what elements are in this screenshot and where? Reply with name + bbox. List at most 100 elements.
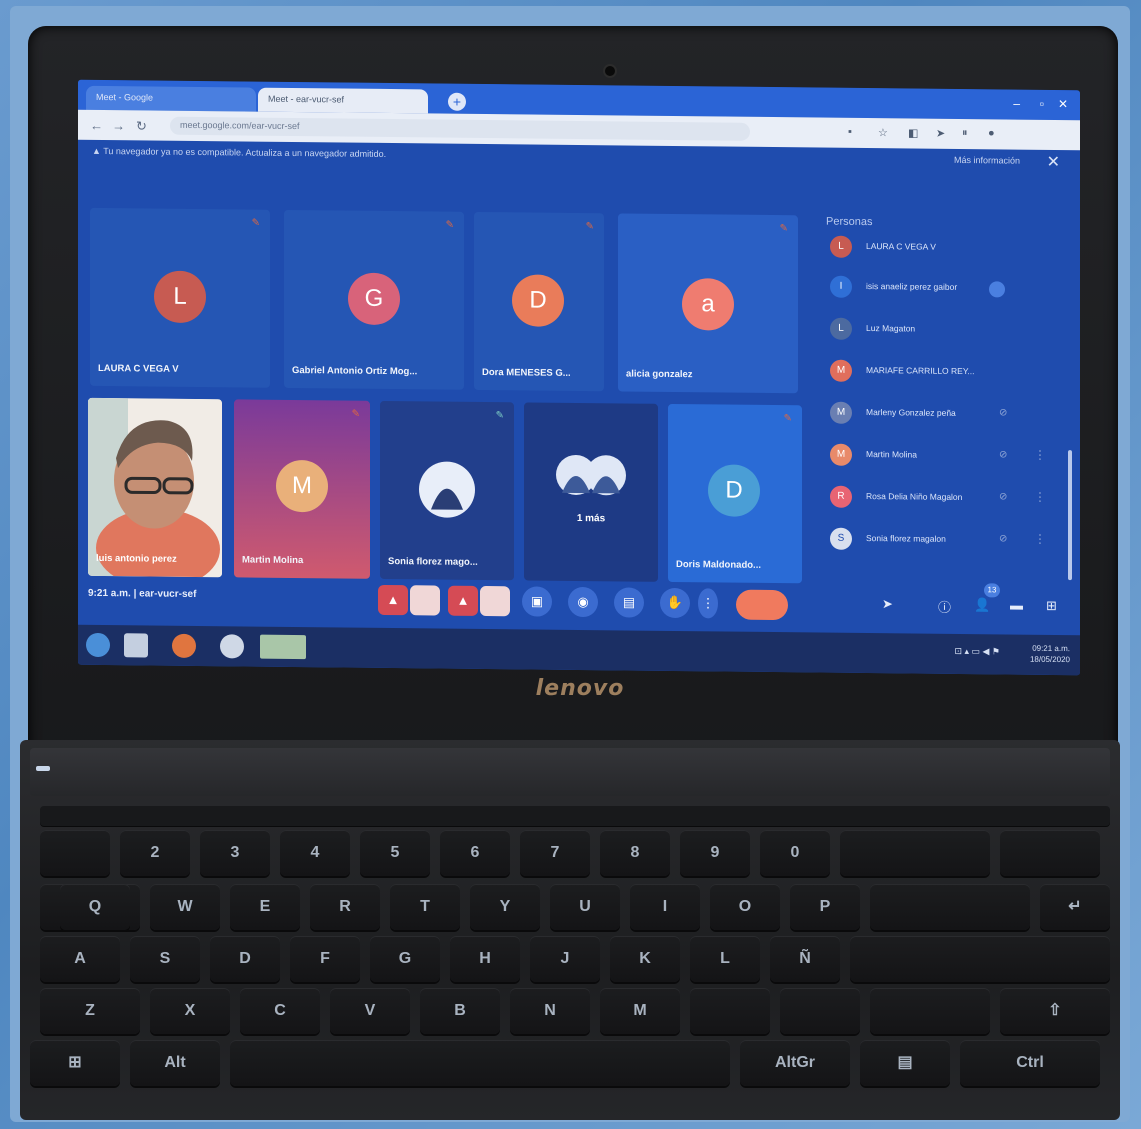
camera-toggle-icon[interactable]: ▲: [448, 585, 478, 616]
minimize-icon[interactable]: –: [1013, 97, 1020, 111]
meet-window-thumbnail[interactable]: [260, 634, 306, 660]
key[interactable]: E: [230, 884, 300, 930]
person-row[interactable]: S Sonia florez magalon ⊘ ⋮: [824, 526, 1064, 559]
key[interactable]: O: [710, 884, 780, 930]
close-banner-icon[interactable]: ✕: [1047, 152, 1060, 172]
more-options-icon[interactable]: ⋮: [698, 588, 718, 619]
key[interactable]: [840, 830, 990, 876]
mic-toggle-icon[interactable]: ▲: [378, 584, 408, 616]
camera-icon[interactable]: ▪: [848, 126, 852, 138]
key[interactable]: U: [550, 884, 620, 930]
key[interactable]: Ñ: [770, 936, 840, 982]
key[interactable]: M: [600, 988, 680, 1034]
menu-key[interactable]: ▤: [860, 1040, 950, 1086]
forward-icon[interactable]: →: [112, 118, 125, 133]
altgr-key[interactable]: AltGr: [740, 1040, 850, 1086]
raise-hand-icon[interactable]: ✋: [660, 587, 690, 619]
key[interactable]: G: [370, 936, 440, 982]
spacebar[interactable]: [230, 1040, 730, 1086]
extension-icon[interactable]: ◧: [908, 126, 918, 139]
key[interactable]: [870, 884, 1030, 930]
person-row[interactable]: M Marleny Gonzalez peña ⊘: [824, 400, 1064, 433]
person-row[interactable]: L Luz Magaton: [824, 316, 1064, 349]
participant-video-tile[interactable]: luis antonio perez: [88, 397, 222, 578]
key[interactable]: T: [390, 884, 460, 930]
key[interactable]: 9: [680, 830, 750, 876]
key[interactable]: X: [150, 988, 230, 1034]
participant-tile[interactable]: ✎ G Gabriel Antonio Ortiz Mog...: [284, 209, 464, 390]
key[interactable]: [870, 988, 990, 1034]
close-window-icon[interactable]: ✕: [1058, 97, 1068, 111]
participant-tile[interactable]: ✎ a alicia gonzalez: [618, 213, 798, 394]
mic-button[interactable]: [410, 585, 440, 616]
ctrl-key[interactable]: Ctrl: [960, 1040, 1100, 1086]
key[interactable]: 5: [360, 830, 430, 876]
key[interactable]: 7: [520, 830, 590, 876]
key[interactable]: N: [510, 988, 590, 1034]
present-icon[interactable]: ◉: [568, 586, 598, 618]
new-tab-icon[interactable]: +: [448, 92, 466, 111]
chrome-icon[interactable]: [220, 634, 244, 659]
url-field[interactable]: meet.google.com/ear-vucr-sef: [170, 116, 750, 141]
key[interactable]: Q: [60, 884, 130, 930]
back-icon[interactable]: ←: [90, 118, 103, 133]
person-row[interactable]: L LAURA C VEGA V: [824, 234, 1064, 267]
end-call-button[interactable]: [736, 589, 788, 621]
windows-key[interactable]: ⊞: [30, 1040, 120, 1086]
star-icon[interactable]: ☆: [878, 126, 888, 139]
profile-icon[interactable]: ●: [988, 127, 995, 139]
start-icon[interactable]: [86, 632, 110, 658]
shift-key[interactable]: ⇧: [1000, 988, 1110, 1034]
person-row[interactable]: I isis anaeliz perez gaibor: [824, 274, 1064, 307]
key[interactable]: I: [630, 884, 700, 930]
key[interactable]: 2: [120, 830, 190, 876]
person-row[interactable]: M Martin Molina ⊘ ⋮: [824, 442, 1064, 475]
camera-button[interactable]: [480, 585, 510, 617]
key[interactable]: D: [210, 936, 280, 982]
more-participants-tile[interactable]: 1 más: [524, 402, 658, 582]
key[interactable]: J: [530, 936, 600, 982]
key[interactable]: A: [40, 936, 120, 982]
key[interactable]: 3: [200, 830, 270, 876]
pause-icon[interactable]: ⏸: [962, 127, 968, 140]
activities-icon[interactable]: ⊞: [1046, 598, 1057, 614]
enter-key[interactable]: ↵: [1040, 884, 1110, 930]
participant-tile[interactable]: ✎ D Dora MENESES G...: [474, 211, 604, 392]
firefox-icon[interactable]: [172, 633, 196, 658]
browser-tab[interactable]: Meet - Google: [86, 85, 256, 112]
key[interactable]: 0: [760, 830, 830, 876]
more-options-icon[interactable]: ⋮: [1034, 448, 1046, 462]
key[interactable]: P: [790, 884, 860, 930]
key[interactable]: 6: [440, 830, 510, 876]
key[interactable]: K: [610, 936, 680, 982]
key[interactable]: S: [130, 936, 200, 982]
chat-panel-icon[interactable]: ▬: [1010, 598, 1023, 613]
key[interactable]: F: [290, 936, 360, 982]
key[interactable]: Z: [40, 988, 140, 1034]
key-left-top[interactable]: [40, 830, 110, 876]
key[interactable]: B: [420, 988, 500, 1034]
person-row[interactable]: R Rosa Delia Niño Magalon ⊘ ⋮: [824, 484, 1064, 517]
key[interactable]: [690, 988, 770, 1034]
participant-tile[interactable]: ✎ L LAURA C VEGA V: [90, 207, 270, 388]
participant-tile[interactable]: ✎ M Martin Molina: [234, 399, 370, 579]
key[interactable]: 4: [280, 830, 350, 876]
cursor-icon[interactable]: ➤: [936, 127, 945, 140]
reload-icon[interactable]: ↻: [136, 118, 147, 134]
more-options-icon[interactable]: ⋮: [1034, 532, 1046, 546]
key[interactable]: L: [690, 936, 760, 982]
key[interactable]: 8: [600, 830, 670, 876]
key[interactable]: V: [330, 988, 410, 1034]
participant-tile[interactable]: ✎ D Doris Maldonado...: [668, 403, 802, 584]
key[interactable]: H: [450, 936, 520, 982]
key[interactable]: [850, 936, 1110, 982]
key[interactable]: [780, 988, 860, 1034]
key[interactable]: Y: [470, 884, 540, 930]
participant-tile[interactable]: ✎ Sonia florez mago...: [380, 400, 514, 581]
maximize-icon[interactable]: ▫: [1040, 97, 1044, 111]
key[interactable]: R: [310, 884, 380, 930]
chat-icon[interactable]: ▤: [614, 587, 644, 618]
info-icon[interactable]: ⓘ: [938, 597, 951, 616]
file-explorer-icon[interactable]: [124, 633, 148, 658]
more-options-icon[interactable]: ⋮: [1034, 490, 1046, 504]
